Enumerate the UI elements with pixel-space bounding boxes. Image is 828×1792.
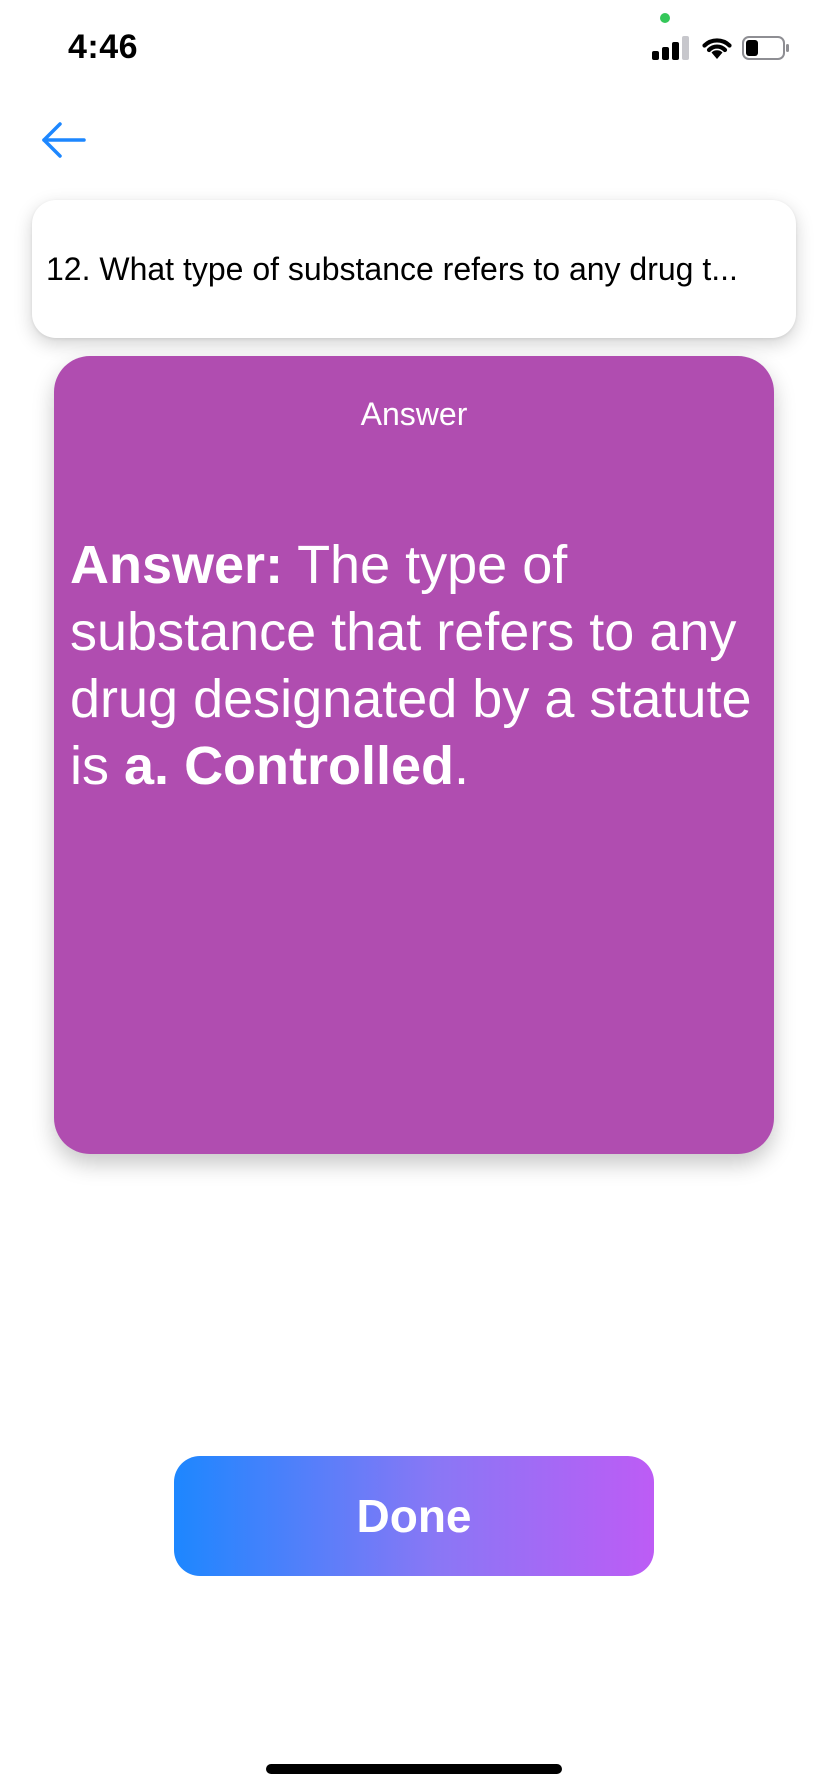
wifi-icon	[702, 38, 732, 59]
status-time: 4:46	[68, 28, 139, 66]
answer-card-header: Answer	[360, 396, 468, 432]
privacy-indicator-dot	[660, 13, 670, 23]
answer-option-value: Controlled	[184, 736, 455, 796]
cellular-signal-icon	[652, 36, 692, 60]
flashcard-answer-screen: 4:46 12. What type of substance refers t…	[0, 0, 828, 1792]
done-button[interactable]: Done	[174, 1456, 654, 1576]
back-arrow-icon[interactable]	[40, 118, 90, 162]
answer-text: Answer: The type of substance that refer…	[70, 532, 758, 800]
battery-icon	[742, 36, 789, 60]
answer-period: .	[454, 736, 470, 796]
question-card[interactable]: 12. What type of substance refers to any…	[32, 200, 796, 338]
answer-option-letter: a.	[124, 736, 170, 796]
question-text: 12. What type of substance refers to any…	[46, 250, 738, 287]
answer-label: Answer:	[70, 535, 284, 595]
home-indicator[interactable]	[266, 1764, 562, 1774]
answer-card[interactable]: Answer Answer: The type of substance tha…	[54, 356, 774, 1154]
